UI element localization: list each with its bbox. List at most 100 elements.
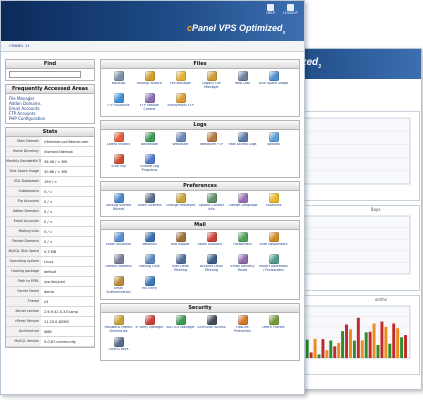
feature-item[interactable]: GnuPG Keys — [103, 337, 134, 358]
feature-item[interactable]: Account Level Filtering — [196, 254, 227, 275]
feature-item[interactable]: Bandwidth — [134, 132, 165, 153]
feature-item[interactable]: Change Language — [227, 193, 258, 214]
stat-row: SQL Databases 159 / ∞ — [6, 177, 94, 187]
feature-item[interactable]: File Manager — [165, 71, 196, 92]
feature-item[interactable]: FTP Session Control — [134, 93, 165, 114]
feature-item[interactable]: Raw Access Logs — [227, 132, 258, 153]
feature-item[interactable]: Email Accounts — [103, 232, 134, 253]
feature-label: IP Deny Manager — [135, 326, 164, 329]
feature-item[interactable]: SSL/TLS Manager — [165, 315, 196, 336]
feature-item[interactable]: Disk Space Usage — [258, 71, 289, 92]
breadcrumb[interactable]: CPANEL 11 — [9, 43, 30, 48]
feature-item[interactable]: Legacy File Manager — [196, 71, 227, 92]
feature-item[interactable]: Email Authentication — [103, 276, 134, 297]
feature-item[interactable]: Spam Assassin™ — [196, 232, 227, 253]
ssl-icon — [175, 315, 186, 325]
feature-item[interactable]: Default Address — [103, 254, 134, 275]
feature-item[interactable]: Backup Wizard — [134, 71, 165, 92]
video-icon — [144, 193, 155, 203]
stat-row: MySQL Version 5.0.87-community — [6, 337, 94, 347]
feature-label: Change Language — [227, 204, 258, 207]
traffic-bar — [313, 338, 317, 358]
feature-item[interactable]: MX Entry — [134, 276, 165, 297]
boxtrapper-icon — [175, 232, 186, 242]
address-icon — [113, 254, 124, 264]
feature-item[interactable]: Forwarders — [227, 232, 258, 253]
mx-icon — [144, 276, 155, 286]
feature-item[interactable]: Email Delivery Route — [227, 254, 258, 275]
feature-label: Video Tutorials — [137, 204, 162, 207]
feature-item[interactable]: Web Disk — [227, 71, 258, 92]
feature-item[interactable]: User Level Filtering — [165, 254, 196, 275]
section-title[interactable]: Logs — [100, 120, 300, 130]
feature-item[interactable]: Import Addresses / Forwarders — [258, 254, 289, 275]
feature-item[interactable]: IP Deny Manager — [134, 315, 165, 336]
feature-item[interactable]: HotLink Protection — [227, 315, 258, 336]
feature-item[interactable]: Latest Visitors — [103, 132, 134, 153]
feature-label: Forwarders — [233, 243, 252, 246]
stat-row: Email Accounts 0 / ∞ — [6, 217, 94, 227]
webalizer-ftp-icon — [206, 132, 217, 142]
feature-label: Error log — [111, 165, 126, 168]
help-link[interactable]: HELP — [266, 4, 275, 16]
stat-value: demo — [44, 289, 54, 294]
feature-item[interactable]: Error log — [103, 154, 134, 175]
feature-item[interactable]: Auto Responders — [258, 232, 289, 253]
feature-item[interactable]: SSH/Shell Access — [196, 315, 227, 336]
logout-link[interactable]: LOGOUT — [283, 4, 298, 16]
front-window: cPanel VPS Optimized3 HELP LOGOUT CPANEL… — [0, 0, 305, 395]
feature-item[interactable]: Webmail — [134, 232, 165, 253]
lock-icon — [113, 315, 124, 325]
feature-item[interactable]: Backups — [103, 71, 134, 92]
feature-label: Latest Visitors — [106, 143, 131, 146]
feature-item[interactable]: Video Tutorials — [134, 193, 165, 214]
find-input[interactable] — [9, 71, 81, 78]
section-title[interactable]: Preferences — [100, 181, 300, 191]
chart-icon — [268, 71, 279, 81]
frequent-link[interactable]: PHP Configuration — [9, 116, 94, 121]
section-security: Security Password Protect Directories IP D… — [100, 303, 300, 361]
section-title[interactable]: Security — [100, 303, 300, 313]
stat-row: Architecture i686 — [6, 327, 94, 337]
feature-item[interactable]: Mailing Lists — [134, 254, 165, 275]
backup-icon — [113, 71, 124, 81]
feature-item[interactable]: FTP Accounts — [103, 93, 134, 114]
stat-value: 0 / ∞ — [44, 209, 53, 214]
traffic-bar — [345, 324, 348, 358]
left-column: Find Frequently Accessed Areas File Mana… — [5, 59, 95, 348]
wizard-icon — [144, 71, 155, 81]
traffic-bar — [337, 342, 341, 358]
bandwidth-icon — [144, 132, 155, 142]
feature-label: Shortcuts — [265, 204, 282, 207]
feature-item[interactable]: Webalizer — [165, 132, 196, 153]
feature-item[interactable]: Anonymous FTP — [165, 93, 196, 114]
stat-label: Home Directory — [6, 147, 41, 156]
stat-row: Mailing Lists 0 / ∞ — [6, 227, 94, 237]
feature-item[interactable]: Webalizer FTP — [196, 132, 227, 153]
traffic-bar — [392, 323, 396, 358]
stat-row: Home Directory/home/x3demob — [6, 147, 94, 157]
anonymous-icon — [175, 93, 186, 103]
section-title[interactable]: Files — [100, 59, 300, 69]
traffic-bar — [404, 335, 407, 358]
section-title[interactable]: Mail — [100, 220, 300, 230]
feature-label: HotLink Protection — [234, 326, 251, 333]
feature-item[interactable]: Choose Log Programs — [134, 154, 165, 175]
feature-label: Anonymous FTP — [167, 104, 194, 107]
feature-label: Webalizer — [172, 143, 189, 146]
feature-item[interactable]: Password Protect Directories — [103, 315, 134, 336]
language-icon — [237, 193, 248, 203]
feature-item[interactable]: Leech Protect — [258, 315, 289, 336]
feature-item[interactable]: Getting Started Wizard — [103, 193, 134, 214]
feature-item[interactable]: Shortcuts — [258, 193, 289, 214]
stat-row: MySQL Disk Space 0.3 MB — [6, 247, 94, 257]
hotlink-icon — [237, 315, 248, 325]
feature-item[interactable]: Update Contact Info — [196, 193, 227, 214]
route-icon — [237, 254, 248, 264]
feature-label: GnuPG Keys — [108, 348, 129, 351]
section-items: Password Protect Directories IP Deny Mana… — [100, 313, 300, 361]
feature-item[interactable]: Awstats — [258, 132, 289, 153]
feature-item[interactable]: Change Password — [165, 193, 196, 214]
filter-icon — [206, 254, 217, 264]
feature-item[interactable]: BoxTrapper — [165, 232, 196, 253]
